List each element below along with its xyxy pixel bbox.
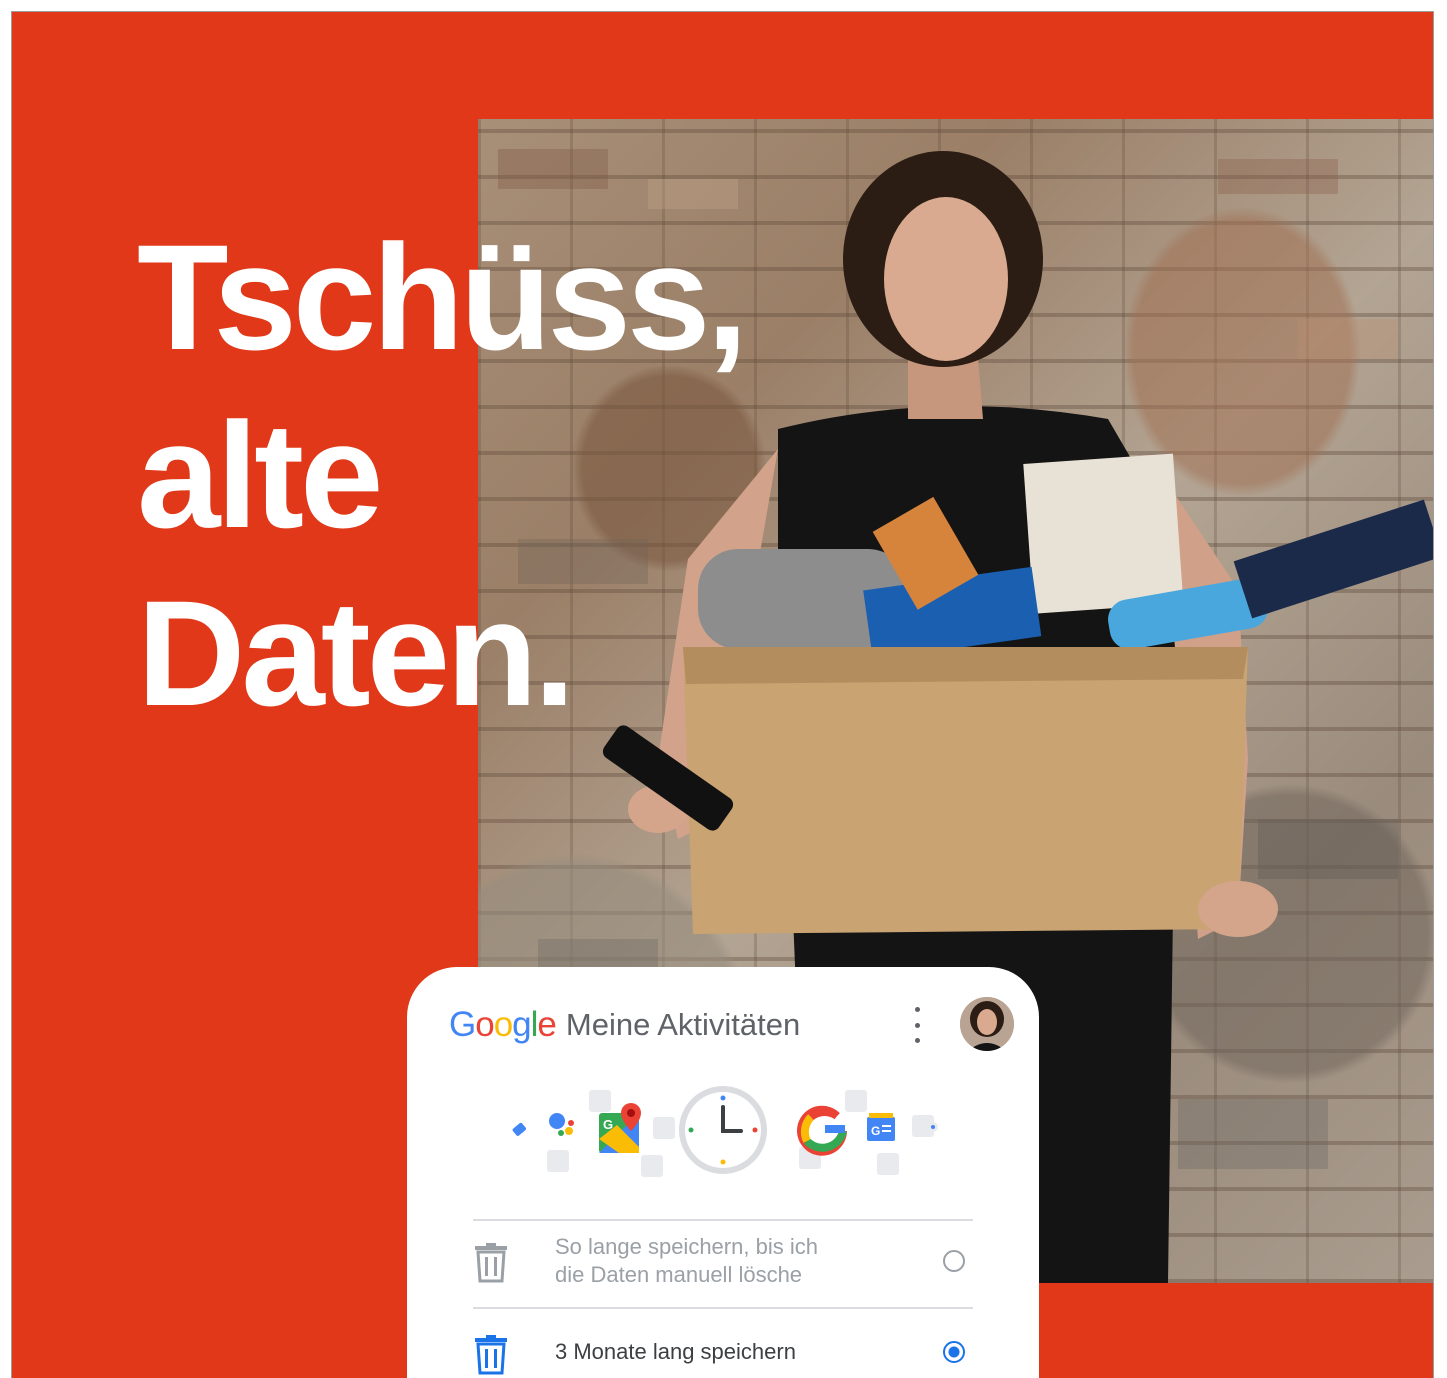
product-title: Meine Aktivitäten <box>565 1007 801 1042</box>
more-vert-icon[interactable] <box>907 1007 927 1043</box>
clock-icon <box>679 1086 767 1174</box>
card-header: Google Meine Aktivitäten <box>449 1005 800 1045</box>
google-logo: Google <box>449 1005 557 1044</box>
option-label-line-1: So lange speichern, bis ich <box>555 1234 818 1259</box>
google-g-icon <box>797 1105 847 1156</box>
headline-line-1: Tschüss, <box>137 213 748 381</box>
svg-text:G: G <box>871 1124 880 1138</box>
small-dot-icon <box>928 1122 938 1132</box>
option-keep-until-delete[interactable]: So lange speichern, bis ich die Daten ma… <box>473 1219 973 1307</box>
svg-text:G: G <box>603 1117 613 1132</box>
headline: Tschüss, alte Daten. <box>137 208 748 742</box>
option-label: So lange speichern, bis ich die Daten ma… <box>555 1233 818 1289</box>
assistant-icon <box>549 1113 574 1136</box>
avatar[interactable] <box>960 997 1014 1051</box>
option-keep-3-months[interactable]: 3 Monate lang speichern <box>473 1307 973 1378</box>
ad-frame: Tschüss, alte Daten. Google Meine Aktivi… <box>11 11 1434 1378</box>
option-label-line-2: die Daten manuell lösche <box>555 1262 803 1287</box>
tag-icon <box>512 1122 526 1136</box>
trash-icon <box>475 1243 507 1283</box>
option-label: 3 Monate lang speichern <box>555 1339 796 1364</box>
trash-icon <box>475 1335 507 1375</box>
app-icons-row: G G <box>512 1086 938 1177</box>
radio-selected[interactable] <box>943 1341 965 1363</box>
my-activity-card: Google Meine Aktivitäten G G So lange sp… <box>407 967 1039 1378</box>
radio-unselected[interactable] <box>943 1250 965 1272</box>
headline-line-3: Daten. <box>137 569 575 737</box>
headline-line-2: alte <box>137 391 383 559</box>
news-icon: G <box>867 1113 895 1141</box>
